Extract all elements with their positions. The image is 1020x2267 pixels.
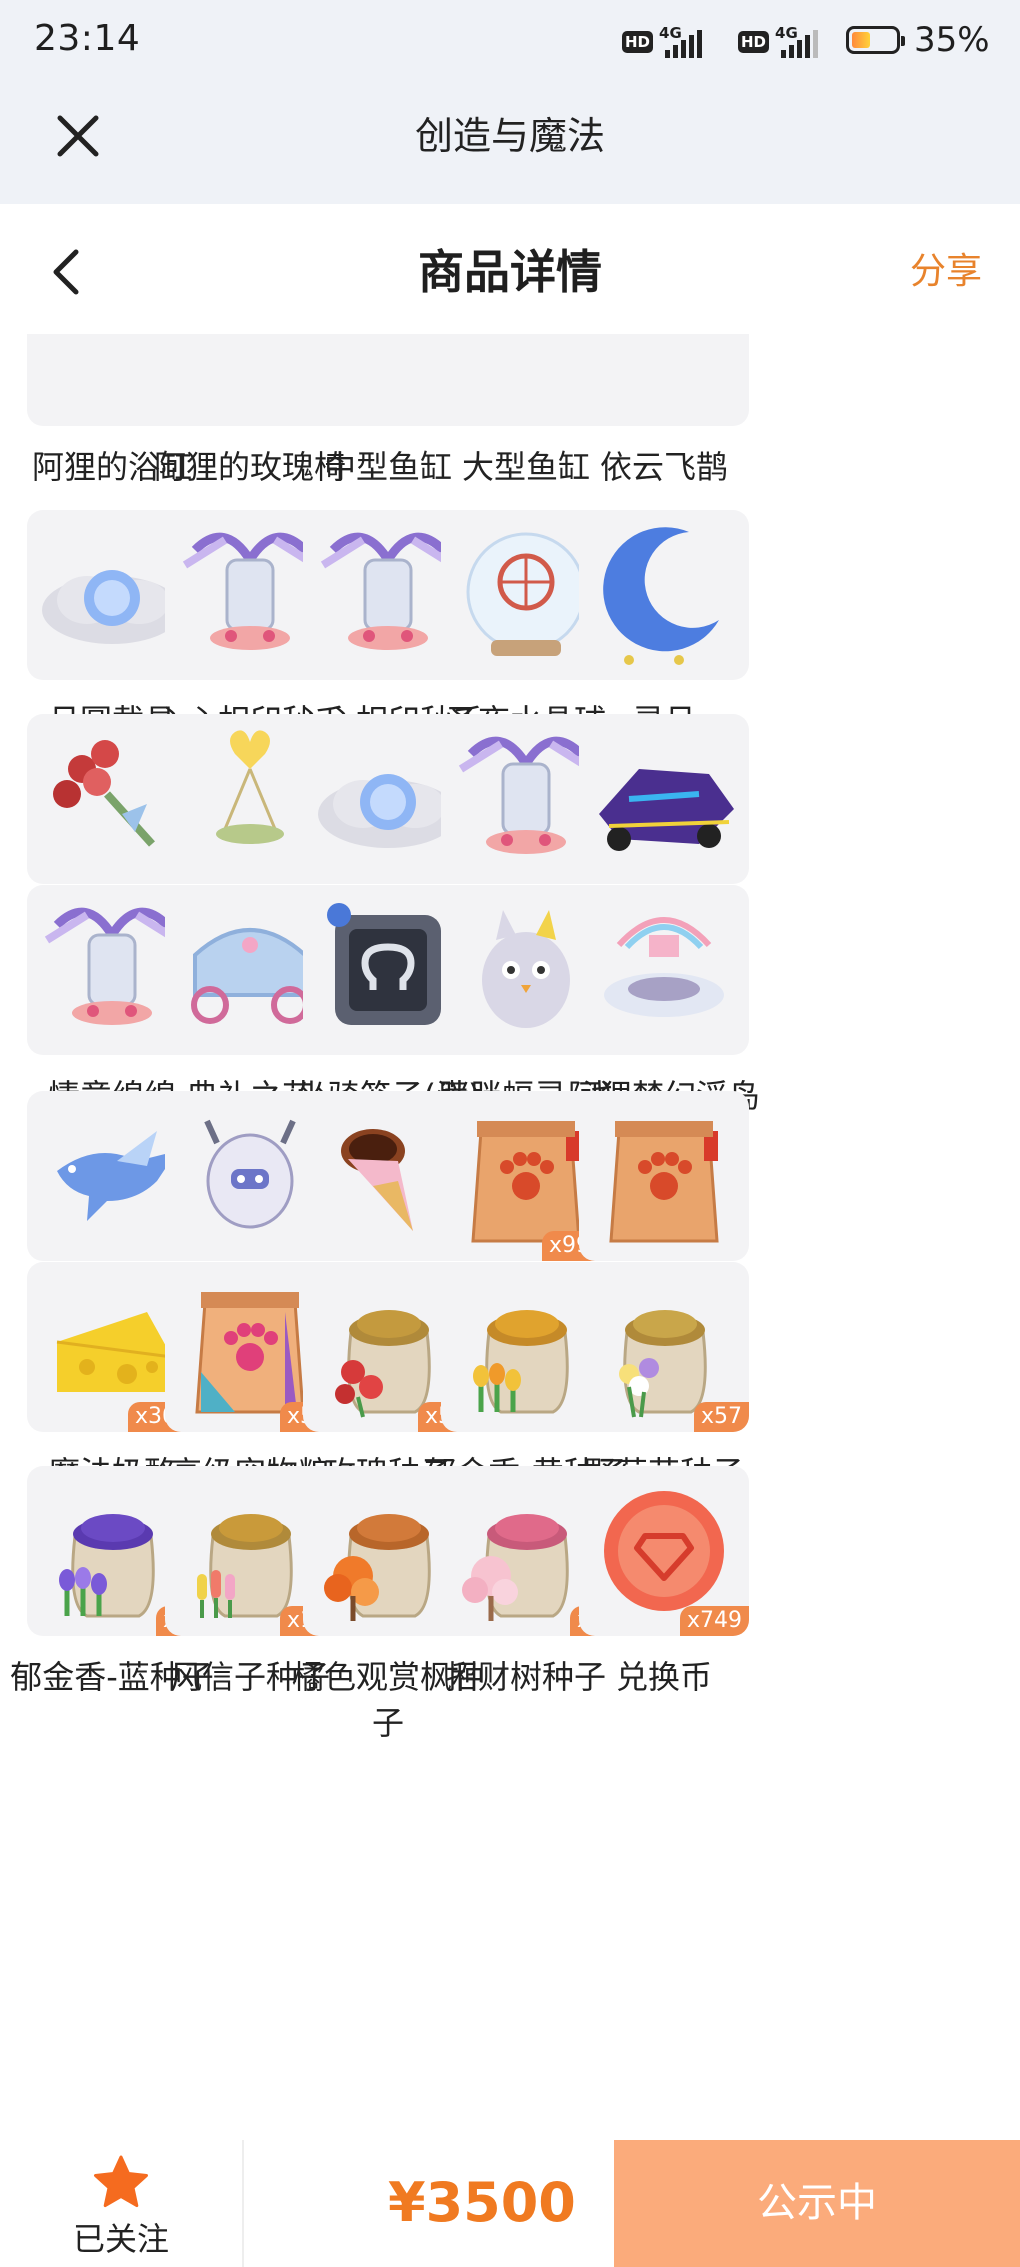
- status-time: 23:14: [34, 18, 141, 59]
- floating-island-icon: [579, 885, 749, 1055]
- magpie-icon: [579, 334, 749, 426]
- coin-icon: x749: [579, 1466, 749, 1636]
- battery-percent: 35%: [914, 20, 990, 60]
- item-grid: 阿狸的浴缸阿狸的玫瑰椅中型鱼缸大型鱼缸依云飞鹊月圆载具心心相印秋千心心相印秋千圣…: [0, 334, 1020, 2140]
- price: ¥3500: [388, 2171, 576, 2234]
- hd-badge: HD: [738, 31, 770, 53]
- battery-icon: [846, 26, 905, 54]
- share-button[interactable]: 分享: [910, 246, 982, 298]
- status-bar: 23:14 HD 4G HD 4G 35%: [0, 0, 1020, 82]
- item-name: 兑换币: [615, 1658, 712, 1696]
- pet-food-bag-icon: [579, 1091, 749, 1261]
- status-button[interactable]: 公示中: [614, 2140, 1020, 2267]
- page-title: 商品详情: [418, 245, 602, 299]
- neon-car-icon: [579, 714, 749, 884]
- follow-button[interactable]: 已关注: [0, 2140, 244, 2267]
- quantity-badge: x749: [679, 1606, 749, 1636]
- hd-badge: HD: [622, 31, 654, 53]
- signal-1-icon: HD 4G: [622, 22, 707, 62]
- follow-label: 已关注: [72, 2220, 169, 2258]
- signal-2-icon: HD 4G: [738, 22, 823, 62]
- page-header: 商品详情 分享: [0, 204, 1020, 334]
- daisy-seed-icon: x57: [579, 1262, 749, 1432]
- item-card[interactable]: x749 兑换币: [562, 1466, 752, 1766]
- star-icon: [94, 2155, 148, 2208]
- top-bar: 23:14 HD 4G HD 4G 35% 创造与魔法: [0, 0, 1020, 204]
- crescent-moon-icon: [579, 510, 749, 680]
- miniprogram-title: 创造与魔法: [414, 114, 605, 158]
- quantity-badge: x57: [693, 1402, 749, 1432]
- item-name: 依云飞鹊: [599, 448, 728, 486]
- bottom-bar: 已关注 ¥3500 公示中: [0, 2140, 1020, 2267]
